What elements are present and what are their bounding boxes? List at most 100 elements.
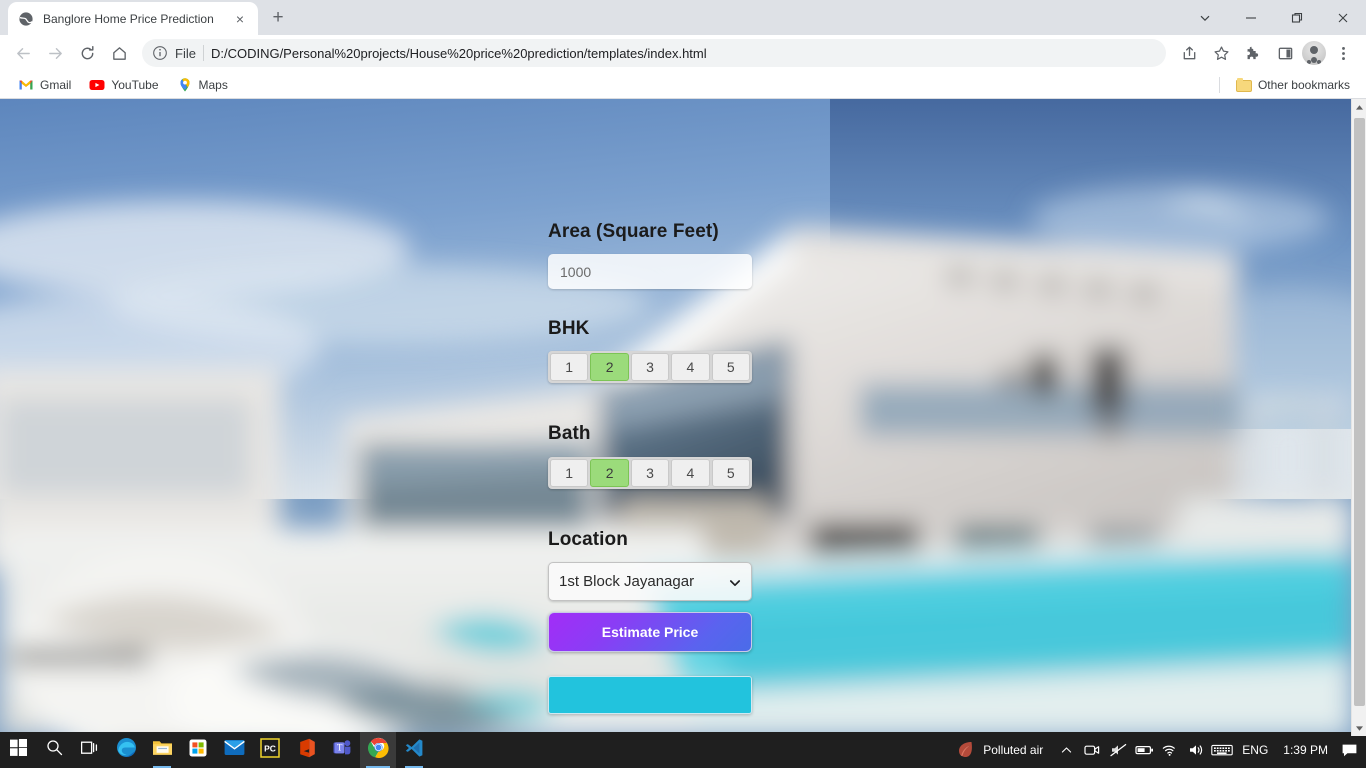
- globe-icon: [18, 11, 34, 27]
- weather-label: Polluted air: [983, 743, 1044, 757]
- page-viewport: Area (Square Feet) 1000 BHK 1 2 3 4 5 Ba…: [0, 99, 1366, 736]
- forward-arrow-icon[interactable]: [40, 38, 70, 68]
- maximize-icon[interactable]: [1274, 0, 1320, 35]
- area-label: Area (Square Feet): [548, 221, 719, 242]
- bath-option-1[interactable]: 1: [550, 459, 589, 487]
- chevron-up-icon[interactable]: [1053, 732, 1079, 768]
- side-panel-icon[interactable]: [1270, 38, 1300, 68]
- youtube-icon: [89, 77, 105, 93]
- new-tab-button[interactable]: +: [264, 4, 292, 32]
- task-view-icon: [80, 740, 99, 761]
- scrollbar-thumb[interactable]: [1354, 118, 1365, 706]
- scroll-up-arrow-icon[interactable]: [1352, 99, 1366, 115]
- pycharm-icon: PC: [260, 737, 280, 763]
- task-view-button[interactable]: [72, 732, 108, 768]
- bookmark-youtube[interactable]: YouTube: [81, 74, 166, 96]
- minimize-icon[interactable]: [1228, 0, 1274, 35]
- camera-icon[interactable]: [1079, 732, 1105, 768]
- keyboard-icon[interactable]: [1209, 732, 1235, 768]
- maps-pin-icon: [177, 77, 193, 93]
- bookmark-maps[interactable]: Maps: [169, 74, 236, 96]
- edge-icon: [116, 737, 137, 763]
- tab-title: Banglore Home Price Prediction: [43, 11, 214, 26]
- estimate-price-button[interactable]: Estimate Price: [548, 612, 752, 652]
- chevron-down-icon: [729, 576, 741, 588]
- scroll-down-arrow-icon[interactable]: [1352, 720, 1366, 736]
- search-button[interactable]: [36, 732, 72, 768]
- location-select[interactable]: 1st Block Jayanagar: [548, 562, 752, 601]
- other-bookmarks-group: Other bookmarks: [1218, 71, 1358, 99]
- bath-option-5[interactable]: 5: [711, 459, 751, 487]
- close-icon[interactable]: [1320, 0, 1366, 35]
- file-explorer-button[interactable]: [144, 732, 180, 768]
- browser-toolbar: File D:/CODING/Personal%20projects/House…: [0, 35, 1366, 71]
- bath-option-2[interactable]: 2: [590, 459, 629, 487]
- taskbar-items: PC T: [0, 732, 432, 768]
- office-button[interactable]: [288, 732, 324, 768]
- wifi-icon[interactable]: [1157, 732, 1183, 768]
- teams-button[interactable]: T: [324, 732, 360, 768]
- vscode-icon: [404, 738, 424, 763]
- share-icon[interactable]: [1174, 38, 1204, 68]
- leaf-icon: [955, 739, 975, 762]
- mail-icon: [223, 739, 245, 761]
- office-icon: [297, 738, 316, 763]
- window-controls: [1182, 0, 1366, 35]
- info-circle-icon[interactable]: [152, 45, 168, 61]
- tab-search-chevron-icon[interactable]: [1182, 0, 1228, 35]
- bath-option-4[interactable]: 4: [671, 459, 710, 487]
- bhk-option-3[interactable]: 3: [630, 353, 670, 381]
- store-icon: [188, 738, 208, 763]
- back-arrow-icon[interactable]: [8, 38, 38, 68]
- chrome-icon: [367, 737, 389, 763]
- location-selected-value: 1st Block Jayanagar: [559, 573, 695, 590]
- reload-icon[interactable]: [72, 38, 102, 68]
- battery-icon[interactable]: [1131, 732, 1157, 768]
- folder-icon: [1235, 78, 1252, 92]
- chrome-browser-window: Banglore Home Price Prediction × + File …: [0, 0, 1366, 768]
- vscode-button[interactable]: [396, 732, 432, 768]
- bhk-option-2[interactable]: 2: [590, 353, 629, 381]
- mail-button[interactable]: [216, 732, 252, 768]
- puzzle-icon[interactable]: [1238, 38, 1268, 68]
- bhk-option-5[interactable]: 5: [711, 353, 751, 381]
- home-icon[interactable]: [104, 38, 134, 68]
- windows-taskbar: PC T Polluted air ENG 1:39 PM: [0, 732, 1366, 768]
- bhk-label: BHK: [548, 318, 590, 339]
- bookmark-label: YouTube: [111, 77, 159, 92]
- start-button[interactable]: [0, 732, 36, 768]
- bhk-option-4[interactable]: 4: [671, 353, 710, 381]
- browser-tab[interactable]: Banglore Home Price Prediction ×: [8, 2, 258, 35]
- bath-option-3[interactable]: 3: [630, 459, 670, 487]
- volume-icon[interactable]: [1183, 732, 1209, 768]
- other-bookmarks-button[interactable]: Other bookmarks: [1228, 75, 1358, 95]
- three-dots-menu-icon[interactable]: [1328, 38, 1358, 68]
- bookmark-label: Maps: [198, 77, 228, 92]
- page-scrollbar[interactable]: [1351, 99, 1366, 736]
- pycharm-button[interactable]: PC: [252, 732, 288, 768]
- no-sound-icon[interactable]: [1105, 732, 1131, 768]
- svg-text:PC: PC: [264, 743, 276, 753]
- edge-button[interactable]: [108, 732, 144, 768]
- address-bar[interactable]: File D:/CODING/Personal%20projects/House…: [142, 39, 1166, 67]
- url-scheme-label: File: [175, 45, 196, 61]
- clock[interactable]: 1:39 PM: [1275, 743, 1336, 757]
- url-text: D:/CODING/Personal%20projects/House%20pr…: [210, 45, 707, 61]
- bath-label: Bath: [548, 423, 591, 444]
- avatar-icon[interactable]: [1302, 41, 1326, 65]
- tab-close-icon[interactable]: ×: [232, 11, 248, 27]
- star-icon[interactable]: [1206, 38, 1236, 68]
- teams-icon: T: [332, 738, 352, 762]
- bhk-option-1[interactable]: 1: [550, 353, 589, 381]
- bookmark-gmail[interactable]: Gmail: [10, 74, 79, 96]
- folder-icon: [152, 738, 173, 762]
- bookmarks-divider: [1218, 77, 1220, 93]
- weather-widget[interactable]: Polluted air: [949, 739, 1053, 762]
- system-tray: Polluted air ENG 1:39 PM: [949, 732, 1366, 768]
- area-input[interactable]: 1000: [548, 254, 752, 289]
- search-icon: [46, 739, 63, 761]
- notification-icon[interactable]: [1336, 732, 1362, 768]
- microsoft-store-button[interactable]: [180, 732, 216, 768]
- chrome-button[interactable]: [360, 732, 396, 768]
- language-indicator[interactable]: ENG: [1235, 743, 1275, 757]
